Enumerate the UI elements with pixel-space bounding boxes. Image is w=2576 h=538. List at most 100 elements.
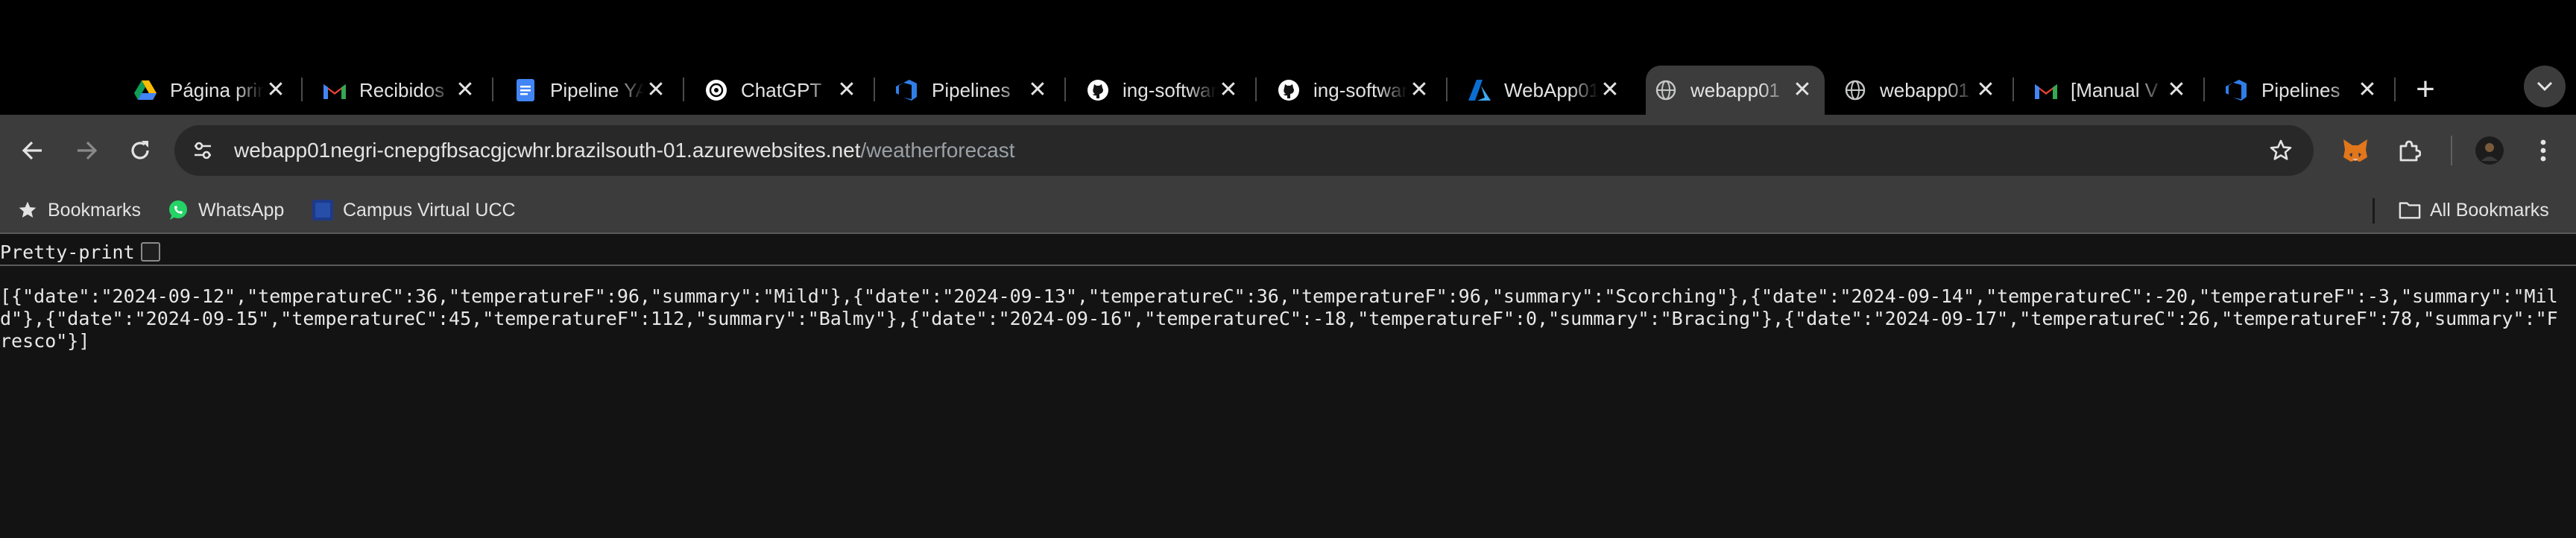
- close-icon[interactable]: ✕: [264, 78, 288, 102]
- tab-chatgpt[interactable]: ChatGPT ✕: [696, 66, 869, 115]
- tab-pipelines-2[interactable]: Pipelines ✕: [2217, 66, 2390, 115]
- new-tab-button[interactable]: +: [2408, 72, 2443, 107]
- puzzle-icon: [2399, 140, 2421, 162]
- avatar: [2475, 136, 2504, 165]
- toolbar-divider: [2451, 136, 2452, 165]
- tab-webapp01-2[interactable]: webapp01 ✕: [1835, 66, 2008, 115]
- gmail-icon: [323, 79, 346, 101]
- bookmark-label: Campus Virtual UCC: [343, 199, 516, 221]
- arrow-right-icon: [78, 141, 98, 160]
- tab-separator: [2394, 77, 2396, 101]
- tab-separator: [683, 77, 684, 101]
- tab-pagina-principal[interactable]: Página principal ✕: [125, 66, 298, 115]
- bookmark-label: Bookmarks: [48, 199, 142, 221]
- tab-separator: [2203, 77, 2205, 101]
- arrow-left-icon: [22, 141, 42, 160]
- github-icon: [1278, 79, 1300, 101]
- close-icon[interactable]: ✕: [2355, 78, 2379, 102]
- azure-devops-icon: [2226, 79, 2248, 101]
- menu-button[interactable]: [2524, 131, 2563, 170]
- tab-recibidos[interactable]: Recibidos ✕: [315, 66, 487, 115]
- reload-button[interactable]: [121, 131, 160, 170]
- tab-separator: [2012, 77, 2014, 101]
- tab-webapp01-active[interactable]: webapp01 ✕: [1646, 66, 1825, 115]
- tune-icon: [195, 142, 211, 159]
- tab-search-button[interactable]: [2524, 66, 2566, 107]
- bookmark-star-button[interactable]: [2261, 131, 2300, 170]
- extensions-button[interactable]: [2390, 131, 2428, 170]
- github-icon: [1087, 79, 1109, 101]
- tab-title: Recibidos: [359, 78, 445, 101]
- chatgpt-icon: [705, 79, 727, 101]
- tab-separator: [1446, 77, 1448, 101]
- tab-separator: [1064, 77, 1066, 101]
- url-text[interactable]: webapp01negri-cnepgfbsacgjcwhr.brazilsou…: [234, 134, 1015, 167]
- bookmark-label: WhatsApp: [198, 199, 285, 221]
- tab-title: [Manual V: [2071, 78, 2159, 101]
- close-icon[interactable]: ✕: [1790, 78, 1814, 102]
- all-bookmarks-button[interactable]: All Bookmarks: [2399, 195, 2549, 225]
- close-icon[interactable]: ✕: [1598, 78, 1622, 102]
- reload-icon: [131, 141, 149, 159]
- tab-manual-v[interactable]: [Manual V ✕: [2026, 66, 2199, 115]
- tab-strip: Página principal ✕ Recibidos ✕ Pipeline …: [0, 0, 2576, 116]
- close-icon[interactable]: ✕: [644, 78, 668, 102]
- tab-title: Pipeline YAML: [550, 78, 644, 101]
- google-docs-icon: [514, 79, 537, 101]
- close-icon[interactable]: ✕: [1216, 78, 1240, 102]
- metamask-extension-button[interactable]: [2336, 131, 2375, 170]
- close-icon[interactable]: ✕: [835, 78, 859, 102]
- pretty-print-checkbox[interactable]: [140, 242, 160, 262]
- tab-ing-software-1[interactable]: ing-software ✕: [1078, 66, 1251, 115]
- close-icon[interactable]: ✕: [453, 78, 477, 102]
- chevron-down-icon: [2536, 81, 2553, 92]
- tab-pipeline-yaml[interactable]: Pipeline YAML ✕: [505, 66, 678, 115]
- azure-icon: [1468, 79, 1491, 101]
- pretty-print-divider: [0, 265, 2576, 266]
- more-vert-icon: [2540, 139, 2546, 162]
- close-icon[interactable]: ✕: [1026, 78, 1049, 102]
- tab-ing-software-2[interactable]: ing-software ✕: [1269, 66, 1442, 115]
- profile-button[interactable]: [2470, 131, 2509, 170]
- tab-title: ChatGPT: [741, 78, 822, 101]
- globe-icon: [1844, 79, 1866, 101]
- tab-separator: [301, 77, 303, 101]
- all-bookmarks-label: All Bookmarks: [2430, 199, 2549, 221]
- back-button[interactable]: [13, 131, 52, 170]
- tab-title: Página principal: [170, 78, 264, 101]
- pretty-print-label: Pretty-print: [0, 241, 135, 263]
- close-icon[interactable]: ✕: [1407, 78, 1431, 102]
- metamask-fox-icon: [2343, 139, 2367, 162]
- tab-separator: [492, 77, 493, 101]
- json-response-body: [{"date":"2024-09-12","temperatureC":36,…: [0, 285, 2558, 352]
- gmail-icon: [2035, 79, 2057, 101]
- bookmark-campus-virtual[interactable]: Campus Virtual UCC: [312, 195, 516, 225]
- close-icon[interactable]: ✕: [2165, 78, 2188, 102]
- url-path: /weatherforecast: [860, 139, 1015, 162]
- tab-title: Pipelines: [932, 78, 1011, 101]
- folder-icon: [2399, 199, 2421, 221]
- pretty-print-control: Pretty-print: [0, 237, 160, 267]
- tab-title: WebApp01: [1504, 78, 1598, 101]
- star-outline-icon: [2270, 139, 2292, 160]
- tab-title: ing-software: [1313, 78, 1407, 101]
- url-host: webapp01negri-cnepgfbsacgjcwhr.brazilsou…: [234, 139, 861, 162]
- campus-icon: [312, 199, 334, 221]
- tab-pipelines-1[interactable]: Pipelines ✕: [887, 66, 1060, 115]
- bookmarks-divider: [2373, 198, 2375, 224]
- google-drive-icon: [134, 79, 157, 101]
- forward-button[interactable]: [67, 131, 106, 170]
- site-info-button[interactable]: [186, 134, 219, 167]
- whatsapp-icon: [167, 199, 189, 221]
- tab-title: webapp01: [1690, 78, 1780, 101]
- azure-devops-icon: [896, 79, 918, 101]
- tab-title: Pipelines: [2261, 78, 2340, 101]
- bookmark-whatsapp[interactable]: WhatsApp: [167, 195, 284, 225]
- tab-separator: [1255, 77, 1257, 101]
- close-icon[interactable]: ✕: [1974, 78, 1998, 102]
- star-icon: [16, 199, 39, 221]
- bookmark-bookmarks[interactable]: Bookmarks: [16, 195, 141, 225]
- tab-title: ing-software: [1123, 78, 1216, 101]
- tab-webapp01-azure[interactable]: WebApp01 ✕: [1459, 66, 1632, 115]
- tab-separator: [874, 77, 875, 101]
